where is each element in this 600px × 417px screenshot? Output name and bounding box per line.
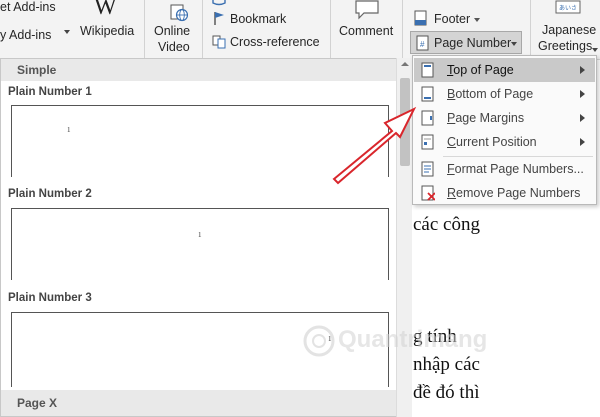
menu-item-label: Current Position [447,135,537,149]
link-icon[interactable] [212,0,226,6]
watermark-text: Quantrimang [338,326,488,353]
cross-reference-icon [212,35,226,49]
gallery-section-page-x: Page X [1,390,396,416]
annotation-arrow-icon [332,106,417,185]
gallery-item-label: Plain Number 3 [8,292,92,304]
comment-button[interactable]: Comment [334,0,400,58]
document-text-line: nhập các [413,354,480,375]
japanese-greetings-icon: あいさ [555,0,581,14]
cross-reference-button[interactable]: Cross-reference [210,33,330,51]
page-number-label: Page Number [434,36,512,50]
chevron-down-icon[interactable] [64,30,70,34]
chevron-down-icon [592,48,598,52]
submenu-arrow-icon [580,66,585,74]
japanese-greetings-button[interactable]: あいさ Japanese Greetings [534,0,600,58]
page-number-preview: 1 [67,126,71,134]
footer-label: Footer [434,12,471,26]
document-text-line: các công [413,214,480,235]
bookmark-icon [214,12,224,25]
submenu-arrow-icon [580,138,585,146]
watermark-logo-icon [303,325,335,357]
wikipedia-icon: W [94,0,117,20]
svg-text:#: # [420,40,425,49]
menu-item-top-of-page[interactable]: Top of Page [414,58,595,82]
wikipedia-label: Wikipedia [80,24,135,38]
menu-item-label: Format Page Numbers... [447,162,584,176]
bookmark-button[interactable]: Bookmark [210,10,330,28]
menu-item-label: Page Margins [447,111,525,125]
japanese-label: Japanese [542,23,597,37]
svg-text:あいさ: あいさ [559,5,577,12]
chevron-down-icon [511,42,517,46]
gallery-item-label: Plain Number 2 [8,188,92,200]
footer-icon [414,10,427,26]
menu-item-label: Bottom of Page [447,87,534,101]
wikipedia-button[interactable]: W Wikipedia [76,0,138,58]
video-label: Video [158,40,190,54]
menu-item-label: Top of Page [447,63,514,77]
online-label: Online [154,24,191,38]
get-addins-button[interactable]: et Add-ins [0,0,56,14]
comment-icon [355,0,379,20]
comment-label: Comment [339,24,394,38]
menu-item-current-position[interactable]: Current Position [414,130,595,154]
page-number-menu: Top of Page Bottom of Page Page Margins … [412,55,597,205]
my-addins-button[interactable]: y Add-ins [0,28,51,42]
chevron-down-icon [474,18,480,22]
menu-item-label: Remove Page Numbers [447,186,581,200]
page-number-button[interactable]: # Page Number [410,31,522,54]
top-of-page-icon [421,62,434,78]
gallery-section-simple: Simple [1,59,396,81]
bookmark-label: Bookmark [230,12,287,26]
document-text-line: đề đó thì [413,382,480,403]
submenu-arrow-icon [580,90,585,98]
menu-item-page-margins[interactable]: Page Margins [414,106,595,130]
online-video-button[interactable]: Online Video [148,0,198,58]
online-video-icon [170,4,188,22]
cross-reference-label: Cross-reference [230,35,320,49]
gallery-item-plain-number-2[interactable]: 1 [11,208,389,280]
page-number-preview: 1 [198,231,202,239]
submenu-arrow-icon [580,114,585,122]
menu-item-format-page-numbers[interactable]: Format Page Numbers... [414,157,595,181]
ribbon: et Add-ins y Add-ins W Wikipedia Online … [0,0,600,60]
menu-item-bottom-of-page[interactable]: Bottom of Page [414,82,595,106]
page-number-icon: # [416,35,429,51]
greetings-label: Greetings [538,39,593,53]
menu-item-remove-page-numbers[interactable]: Remove Page Numbers [414,181,595,205]
scroll-up-icon[interactable] [401,62,409,66]
footer-button[interactable]: Footer [410,10,510,28]
gallery-item-label: Plain Number 1 [8,86,92,98]
